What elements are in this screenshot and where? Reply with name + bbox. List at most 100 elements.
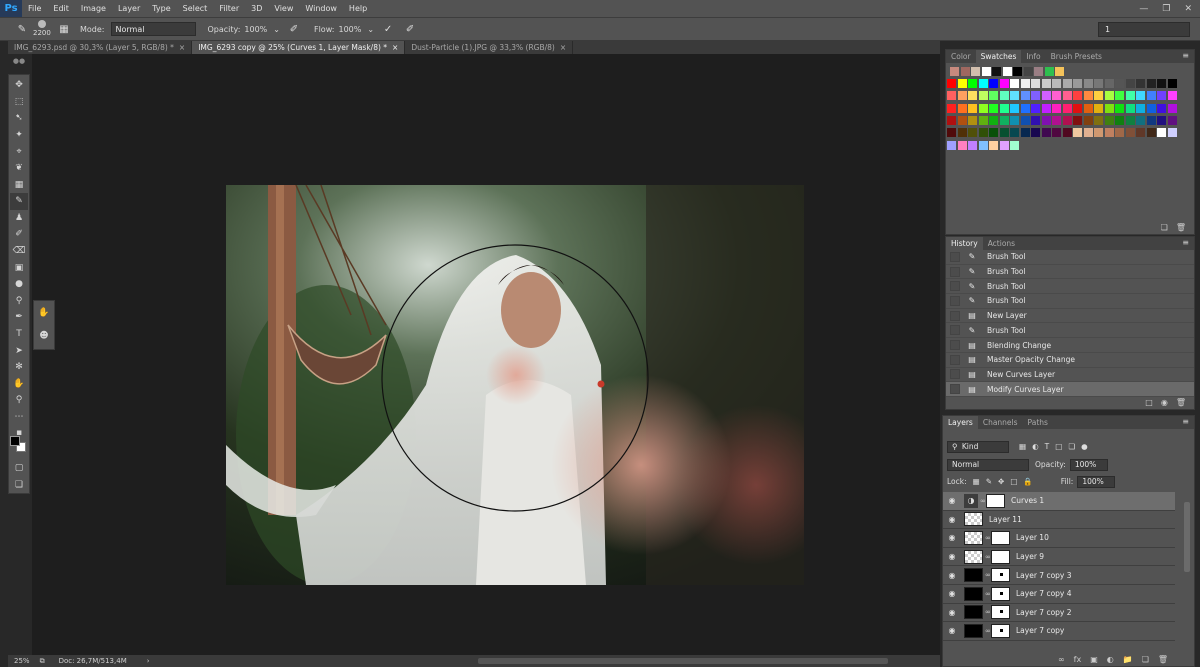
color-swatch[interactable]: [1157, 103, 1166, 113]
new-layer-icon[interactable]: ❏: [1142, 655, 1149, 664]
color-swatch[interactable]: [1073, 128, 1082, 138]
color-swatch[interactable]: [989, 103, 998, 113]
close-icon[interactable]: ×: [179, 43, 185, 52]
layer-mask-thumbnail[interactable]: [991, 586, 1010, 601]
color-swatch[interactable]: [968, 115, 977, 125]
healing-brush-tool-icon[interactable]: ▦: [10, 176, 28, 193]
trash-icon[interactable]: 🗑: [1158, 655, 1168, 664]
layer-row[interactable]: ◉ ∞ Layer 7 copy: [943, 622, 1175, 641]
trash-icon[interactable]: 🗑: [1176, 398, 1186, 407]
color-swatch[interactable]: [1083, 103, 1093, 113]
brush-tool-icon[interactable]: ✎: [14, 21, 30, 37]
quick-mask-icon[interactable]: ▢: [10, 460, 28, 477]
new-swatch-icon[interactable]: ❏: [1161, 223, 1168, 232]
history-source-checkbox[interactable]: [950, 310, 960, 321]
history-source-checkbox[interactable]: [950, 384, 960, 395]
color-swatch[interactable]: [1062, 103, 1072, 113]
type-tool-icon[interactable]: T: [10, 326, 28, 343]
color-swatch[interactable]: [968, 91, 977, 101]
color-swatch[interactable]: [1094, 79, 1103, 88]
layer-row[interactable]: ◉ ∞ Layer 7 copy 2: [943, 604, 1175, 623]
close-icon[interactable]: ✕: [1184, 4, 1192, 14]
color-swatch[interactable]: [1083, 128, 1093, 138]
color-swatch[interactable]: [999, 115, 1009, 125]
color-swatch[interactable]: [957, 103, 967, 113]
color-swatch[interactable]: [1062, 91, 1072, 101]
color-swatch[interactable]: [971, 67, 980, 76]
color-swatch[interactable]: [1094, 128, 1103, 138]
color-swatch[interactable]: [1052, 91, 1061, 101]
color-swatch[interactable]: [1020, 91, 1030, 101]
menu-type[interactable]: Type: [146, 0, 176, 17]
color-swatch[interactable]: [1041, 115, 1051, 125]
color-swatch[interactable]: [1167, 115, 1177, 125]
color-swatch[interactable]: [1136, 128, 1145, 138]
menu-filter[interactable]: Filter: [213, 0, 245, 17]
doc-tab-active[interactable]: IMG_6293 copy @ 25% (Curves 1, Layer Mas…: [192, 41, 406, 54]
color-swatch[interactable]: [1094, 103, 1103, 113]
layer-style-icon[interactable]: fx: [1074, 655, 1082, 664]
menu-window[interactable]: Window: [299, 0, 343, 17]
filter-type-icon[interactable]: T: [1045, 442, 1050, 451]
color-swatch[interactable]: [1073, 79, 1082, 88]
document-image[interactable]: [226, 185, 804, 585]
layer-thumbnail[interactable]: [964, 530, 983, 545]
color-swatch[interactable]: [1146, 79, 1156, 88]
history-source-checkbox[interactable]: [950, 325, 960, 336]
filter-pixel-icon[interactable]: ▦: [1019, 442, 1026, 451]
eye-icon[interactable]: ◉: [946, 608, 958, 617]
crop-tool-icon[interactable]: ⌖: [10, 143, 28, 160]
color-swatch[interactable]: [999, 79, 1009, 88]
color-swatch[interactable]: [999, 128, 1009, 138]
tab-info[interactable]: Info: [1021, 50, 1045, 63]
color-swatch[interactable]: [989, 91, 998, 101]
flow-value[interactable]: 100%: [339, 25, 362, 34]
history-item[interactable]: ▤ New Curves Layer: [946, 368, 1194, 383]
doc-tab[interactable]: Dust-Particle (1).JPG @ 33,3% (RGB/8) ×: [405, 41, 574, 54]
status-menu-icon[interactable]: ›: [147, 657, 150, 665]
history-source-checkbox[interactable]: [950, 354, 960, 365]
color-swatch[interactable]: [1044, 67, 1054, 76]
color-swatch[interactable]: [957, 140, 967, 150]
pressure-size-icon[interactable]: ✐: [402, 21, 418, 37]
magic-wand-tool-icon[interactable]: ✦: [10, 127, 28, 144]
layer-filter-select[interactable]: ⚲ Kind: [947, 440, 1009, 453]
color-swatch[interactable]: [1115, 79, 1124, 88]
eye-icon[interactable]: ◉: [946, 496, 958, 505]
chevron-down-icon[interactable]: ⌄: [273, 25, 280, 34]
color-swatch[interactable]: [1104, 128, 1114, 138]
color-swatch[interactable]: [1041, 79, 1051, 88]
color-swatch[interactable]: [1020, 115, 1030, 125]
color-swatch[interactable]: [1034, 67, 1043, 76]
mode-select[interactable]: Normal: [110, 22, 196, 36]
toolbar-grip[interactable]: ●●: [8, 57, 30, 71]
color-swatch[interactable]: [1136, 91, 1145, 101]
color-swatch[interactable]: [999, 103, 1009, 113]
move-tool-icon[interactable]: ✥: [10, 77, 28, 94]
color-swatch[interactable]: [968, 79, 977, 88]
color-swatch[interactable]: [1125, 79, 1135, 88]
color-swatch[interactable]: [1146, 128, 1156, 138]
eye-icon[interactable]: ◉: [946, 515, 958, 524]
history-item[interactable]: ▤ New Layer: [946, 309, 1194, 324]
eye-icon[interactable]: ◉: [946, 533, 958, 542]
color-swatch[interactable]: [1002, 67, 1012, 76]
color-swatch[interactable]: [950, 67, 959, 76]
new-document-from-state-icon[interactable]: □: [1145, 398, 1153, 407]
menu-file[interactable]: File: [22, 0, 47, 17]
color-swatch[interactable]: [989, 128, 998, 138]
color-swatch[interactable]: [1052, 103, 1061, 113]
color-swatch[interactable]: [1115, 128, 1124, 138]
color-swatch[interactable]: [1041, 128, 1051, 138]
color-swatch[interactable]: [989, 140, 998, 150]
panel-menu-icon[interactable]: ≡: [1182, 417, 1189, 426]
panel-menu-icon[interactable]: ≡: [1182, 51, 1189, 60]
color-swatch[interactable]: [978, 79, 988, 88]
layer-row[interactable]: ◉ ∞ Layer 7 copy 4: [943, 585, 1175, 604]
color-swatch[interactable]: [1031, 103, 1040, 113]
color-swatch[interactable]: [957, 115, 967, 125]
menu-edit[interactable]: Edit: [47, 0, 75, 17]
color-swatch[interactable]: [1041, 103, 1051, 113]
foreground-color-swatch[interactable]: [10, 436, 20, 446]
color-swatch[interactable]: [981, 67, 991, 76]
